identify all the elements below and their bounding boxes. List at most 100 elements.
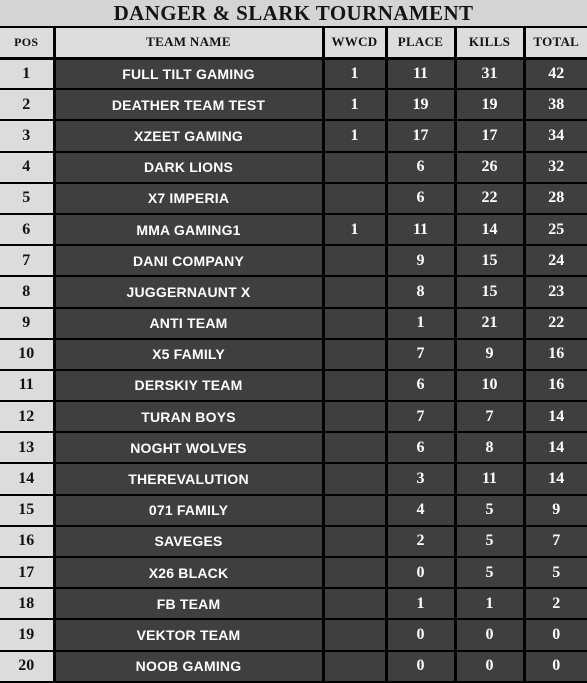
cell-place: 19 [384, 88, 457, 122]
table-row: 7 DANI COMPANY 9 15 24 [0, 244, 587, 278]
cell-pos: 15 [0, 493, 56, 527]
cell-total: 23 [522, 275, 587, 309]
cell-total: 0 [522, 649, 587, 683]
cell-total: 5 [522, 555, 587, 590]
cell-kills: 7 [453, 400, 526, 434]
cell-wwcd [321, 400, 388, 434]
cell-wwcd [321, 150, 388, 184]
cell-pos: 16 [0, 524, 56, 559]
header-row: POS TEAM NAME WWCD PLACE KILLS TOTAL [0, 28, 587, 60]
cell-team: FB TEAM [52, 587, 325, 621]
table-row: 5 X7 IMPERIA 6 22 28 [0, 181, 587, 215]
cell-pos: 17 [0, 555, 56, 590]
cell-place: 11 [384, 56, 457, 91]
cell-wwcd [321, 462, 388, 496]
cell-kills: 1 [453, 587, 526, 621]
cell-place: 1 [384, 306, 457, 340]
cell-place: 8 [384, 275, 457, 309]
cell-team: X26 BLACK [52, 555, 325, 590]
cell-team: NOGHT WOLVES [52, 431, 325, 465]
column-header-total: TOTAL [522, 28, 587, 60]
cell-pos: 20 [0, 649, 56, 683]
cell-pos: 5 [0, 181, 56, 215]
cell-pos: 3 [0, 119, 56, 153]
cell-team: VEKTOR TEAM [52, 618, 325, 652]
cell-total: 0 [522, 618, 587, 652]
cell-wwcd [321, 524, 388, 559]
cell-place: 9 [384, 244, 457, 278]
cell-place: 17 [384, 119, 457, 153]
cell-place: 1 [384, 587, 457, 621]
standings-table-body: 1 FULL TILT GAMING 1 11 31 42 2 DEATHER TEAM TE… [0, 56, 587, 683]
standings-table-header: POS TEAM NAME WWCD PLACE KILLS TOTAL [0, 28, 587, 60]
cell-team: ANTI TEAM [52, 306, 325, 340]
cell-wwcd [321, 337, 388, 371]
cell-total: 16 [522, 368, 587, 403]
cell-team: DEATHER TEAM TEST [52, 88, 325, 122]
cell-pos: 13 [0, 431, 56, 465]
cell-wwcd [321, 306, 388, 340]
table-row: 1 FULL TILT GAMING 1 11 31 42 [0, 56, 587, 91]
cell-team: 071 FAMILY [52, 493, 325, 527]
table-row: 17 X26 BLACK 0 5 5 [0, 555, 587, 590]
cell-total: 16 [522, 337, 587, 371]
cell-wwcd [321, 618, 388, 652]
cell-kills: 31 [453, 56, 526, 91]
cell-total: 9 [522, 493, 587, 527]
cell-place: 0 [384, 649, 457, 683]
column-header-place: PLACE [384, 28, 457, 60]
cell-wwcd [321, 244, 388, 278]
cell-kills: 0 [453, 618, 526, 652]
column-header-team: TEAM NAME [52, 28, 325, 60]
cell-place: 6 [384, 431, 457, 465]
cell-team: SAVEGES [52, 524, 325, 559]
cell-team: DANI COMPANY [52, 244, 325, 278]
table-row: 10 X5 FAMILY 7 9 16 [0, 337, 587, 371]
table-row: 18 FB TEAM 1 1 2 [0, 587, 587, 621]
tournament-title-bar: DANGER & SLARK TOURNAMENT [0, 0, 587, 28]
cell-team: THEREVALUTION [52, 462, 325, 496]
cell-wwcd [321, 368, 388, 403]
cell-total: 14 [522, 400, 587, 434]
cell-wwcd: 1 [321, 56, 388, 91]
cell-kills: 8 [453, 431, 526, 465]
cell-pos: 14 [0, 462, 56, 496]
cell-team: X7 IMPERIA [52, 181, 325, 215]
table-row: 8 JUGGERNAUNT X 8 15 23 [0, 275, 587, 309]
cell-pos: 10 [0, 337, 56, 371]
cell-place: 2 [384, 524, 457, 559]
cell-total: 38 [522, 88, 587, 122]
cell-team: X5 FAMILY [52, 337, 325, 371]
cell-kills: 19 [453, 88, 526, 122]
cell-wwcd: 1 [321, 212, 388, 247]
cell-wwcd [321, 587, 388, 621]
cell-kills: 22 [453, 181, 526, 215]
table-row: 20 NOOB GAMING 0 0 0 [0, 649, 587, 683]
cell-pos: 7 [0, 244, 56, 278]
cell-wwcd [321, 555, 388, 590]
cell-kills: 5 [453, 555, 526, 590]
cell-place: 7 [384, 337, 457, 371]
table-row: 14 THEREVALUTION 3 11 14 [0, 462, 587, 496]
cell-team: JUGGERNAUNT X [52, 275, 325, 309]
cell-place: 6 [384, 181, 457, 215]
table-row: 11 DERSKIY TEAM 6 10 16 [0, 368, 587, 403]
cell-wwcd [321, 275, 388, 309]
cell-total: 22 [522, 306, 587, 340]
cell-kills: 26 [453, 150, 526, 184]
cell-total: 14 [522, 462, 587, 496]
cell-team: XZEET GAMING [52, 119, 325, 153]
cell-place: 6 [384, 368, 457, 403]
cell-team: MMA GAMING1 [52, 212, 325, 247]
cell-total: 7 [522, 524, 587, 559]
column-header-wwcd: WWCD [321, 28, 388, 60]
cell-wwcd [321, 493, 388, 527]
cell-wwcd [321, 649, 388, 683]
cell-kills: 10 [453, 368, 526, 403]
table-row: 4 DARK LIONS 6 26 32 [0, 150, 587, 184]
cell-place: 0 [384, 555, 457, 590]
cell-pos: 2 [0, 88, 56, 122]
column-header-pos: POS [0, 28, 56, 60]
table-row: 13 NOGHT WOLVES 6 8 14 [0, 431, 587, 465]
cell-kills: 5 [453, 493, 526, 527]
